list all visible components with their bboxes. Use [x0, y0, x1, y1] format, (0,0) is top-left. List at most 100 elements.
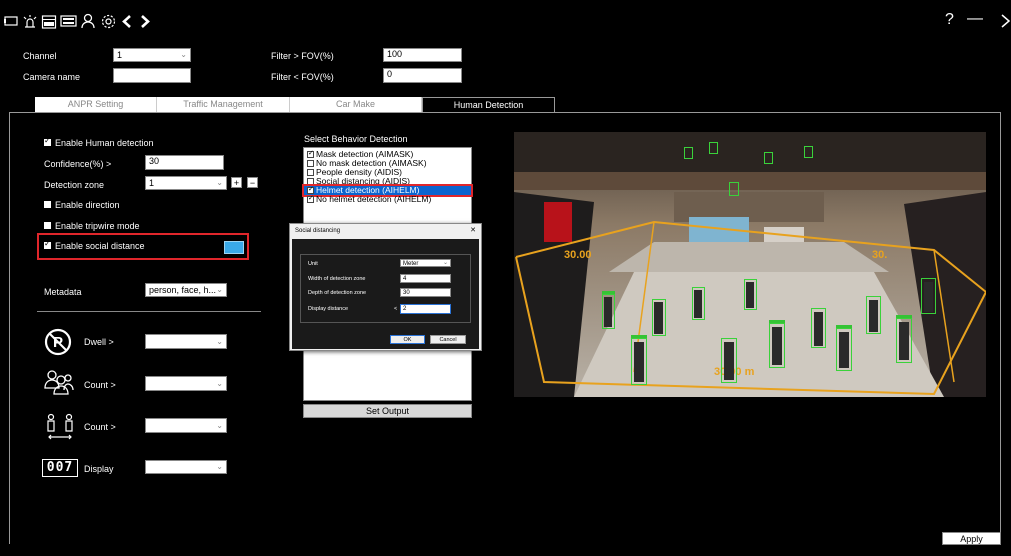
- filter-lt-input[interactable]: 0: [383, 68, 462, 83]
- detection-zone-value: 1: [149, 178, 155, 188]
- count-label-1: Count >: [84, 380, 116, 390]
- add-zone-button[interactable]: +: [231, 177, 242, 188]
- detection-tag: [602, 291, 615, 294]
- display-label: Display: [84, 464, 114, 474]
- width-input[interactable]: 4: [400, 274, 451, 283]
- count-select-1[interactable]: ⌄: [145, 376, 227, 391]
- enable-tripwire-label: Enable tripwire mode: [55, 221, 140, 231]
- detection-tag: [769, 320, 785, 323]
- checkbox[interactable]: [307, 178, 314, 185]
- dialog-title: Social distancing: [295, 228, 341, 234]
- remove-zone-button[interactable]: −: [247, 177, 258, 188]
- back-arrow-icon[interactable]: [121, 13, 133, 29]
- calendar-icon[interactable]: [41, 13, 57, 29]
- enable-human-detection-label: Enable Human detection: [55, 138, 154, 148]
- checkbox[interactable]: [307, 160, 314, 167]
- detection-tag: [631, 335, 647, 338]
- detection-box: [729, 182, 739, 196]
- chevron-down-icon: ⌄: [442, 260, 448, 266]
- zone-right-distance-label: 30.: [872, 249, 887, 261]
- camera-preview[interactable]: 30.00 30.00 m 30.: [514, 132, 986, 397]
- alarm-icon[interactable]: [22, 13, 38, 29]
- behavior-title: Select Behavior Detection: [304, 134, 408, 144]
- chevron-down-icon: ⌄: [216, 378, 223, 388]
- behavior-item-label: No helmet detection (AIHELM): [316, 194, 432, 204]
- apply-button[interactable]: Apply: [942, 532, 1001, 545]
- count-label-2: Count >: [84, 422, 116, 432]
- detection-box: [811, 308, 826, 348]
- set-output-button[interactable]: Set Output: [303, 404, 472, 418]
- detection-box: [836, 328, 852, 371]
- detection-zone-label: Detection zone: [44, 180, 105, 190]
- help-button[interactable]: ?: [945, 12, 954, 28]
- detection-zone-select[interactable]: 1 ⌄: [145, 176, 227, 190]
- dwell-select[interactable]: ⌄: [145, 334, 227, 349]
- digital-counter-icon: 007: [42, 459, 78, 477]
- enable-direction-checkbox[interactable]: [44, 201, 51, 208]
- detection-box: [764, 152, 773, 164]
- tab-car-make[interactable]: Car Make: [290, 97, 422, 112]
- unit-value: Meter: [403, 261, 419, 267]
- filter-gt-input[interactable]: 100: [383, 48, 462, 62]
- detection-tag: [836, 325, 852, 328]
- close-icon[interactable]: [1000, 13, 1011, 29]
- confidence-input[interactable]: 30: [145, 155, 224, 170]
- camera-name-label: Camera name: [23, 72, 81, 82]
- metadata-select[interactable]: person, face, h... ⌄: [145, 283, 227, 297]
- display-distance-label: Display distance: [308, 306, 349, 312]
- detection-box: [602, 294, 615, 329]
- display-distance-input[interactable]: 2: [400, 304, 451, 314]
- checkbox[interactable]: [307, 185, 314, 194]
- no-parking-icon: P: [44, 328, 72, 356]
- channel-select[interactable]: 1 ⌄: [113, 48, 191, 62]
- depth-input[interactable]: 30: [400, 288, 451, 297]
- keyboard-icon[interactable]: [60, 13, 77, 29]
- confidence-label: Confidence(%) >: [44, 159, 112, 169]
- dwell-label: Dwell >: [84, 337, 114, 347]
- channel-value: 1: [117, 50, 123, 60]
- mall-scene-image: 30.00 30.00 m 30.: [514, 132, 986, 397]
- enable-human-detection-checkbox[interactable]: [44, 136, 51, 146]
- camera-name-input[interactable]: [113, 68, 191, 83]
- gear-icon[interactable]: [100, 13, 117, 29]
- display-distance-operator: <: [394, 306, 398, 312]
- chevron-down-icon: ⌄: [216, 336, 223, 346]
- detection-box: [866, 296, 881, 334]
- detection-box: [921, 278, 936, 314]
- behavior-item[interactable]: No helmet detection (AIHELM): [304, 194, 471, 204]
- cancel-button[interactable]: Cancel: [430, 335, 466, 344]
- checkbox[interactable]: [307, 194, 314, 203]
- social-distance-settings-button[interactable]: [224, 241, 244, 254]
- forward-arrow-icon[interactable]: [139, 13, 151, 29]
- chevron-down-icon: ⌄: [180, 50, 187, 59]
- metadata-value: person, face, h...: [149, 285, 217, 295]
- social-distancing-dialog: Social distancing ✕ Unit Meter ⌄ Width of…: [289, 223, 482, 351]
- detection-box: [709, 142, 718, 154]
- dialog-close-button[interactable]: ✕: [470, 226, 476, 234]
- enable-tripwire-checkbox[interactable]: [44, 222, 51, 229]
- tab-human-detection[interactable]: Human Detection: [422, 97, 555, 113]
- display-select[interactable]: ⌄: [145, 460, 227, 474]
- checkbox[interactable]: [307, 149, 314, 158]
- filter-gt-label: Filter > FOV(%): [271, 51, 334, 61]
- unit-label: Unit: [308, 261, 318, 267]
- distance-people-icon: [46, 413, 74, 441]
- ok-button[interactable]: OK: [390, 335, 425, 344]
- detection-tag: [896, 315, 912, 318]
- dialog-body: Unit Meter ⌄ Width of detection zone 4 De…: [292, 239, 479, 349]
- enable-social-distance-label: Enable social distance: [55, 241, 145, 251]
- detection-box: [769, 323, 785, 368]
- depth-label: Depth of detection zone: [308, 290, 367, 296]
- chevron-down-icon: ⌄: [216, 178, 223, 187]
- user-icon[interactable]: [80, 13, 96, 29]
- monitor-icon[interactable]: [4, 13, 18, 29]
- zone-left-distance-label: 30.00: [564, 249, 592, 261]
- enable-social-distance-checkbox[interactable]: [44, 239, 51, 249]
- count-select-2[interactable]: ⌄: [145, 418, 227, 433]
- checkbox[interactable]: [307, 169, 314, 176]
- tab-traffic-management[interactable]: Traffic Management: [157, 97, 290, 112]
- tab-anpr-setting[interactable]: ANPR Setting: [35, 97, 157, 112]
- minimize-button[interactable]: —: [967, 11, 983, 27]
- unit-select[interactable]: Meter ⌄: [400, 259, 451, 267]
- app-window: ? — Channel 1 ⌄ Camera name Filter > FOV…: [0, 0, 1011, 556]
